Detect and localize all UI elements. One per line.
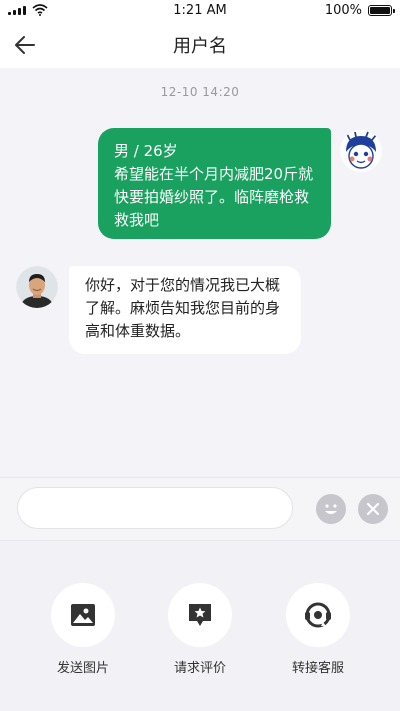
emoji-button[interactable]	[316, 494, 346, 524]
smiley-icon	[325, 504, 337, 514]
back-button[interactable]	[12, 33, 38, 57]
transfer-service-label: 转接客服	[291, 661, 344, 676]
transfer-service-button[interactable]: 转接客服	[273, 583, 363, 676]
status-bar: 1:21 AM 100%	[0, 0, 400, 22]
nav-bar: 用户名	[0, 22, 400, 68]
close-icon	[366, 502, 380, 516]
outgoing-message-bubble[interactable]: 男 / 26岁 希望能在半个月内减肥20斤就 快要拍婚纱照了。临阵磨枪救 救我吧	[98, 128, 331, 239]
agent-avatar[interactable]	[16, 266, 58, 308]
rating-icon	[189, 604, 211, 626]
cartoon-avatar-image	[340, 130, 382, 172]
message-timestamp: 12-10 14:20	[160, 85, 240, 99]
message-line: 男 / 26岁	[114, 142, 178, 160]
send-image-button[interactable]: 发送图片	[38, 583, 128, 676]
message-line: 希望能在半个月内减肥20斤就	[114, 165, 314, 183]
request-rating-label: 请求评价	[173, 661, 226, 676]
message-line: 救我吧	[114, 211, 160, 229]
image-icon	[71, 604, 95, 626]
send-image-circle	[51, 583, 115, 647]
close-panel-button[interactable]	[358, 494, 388, 524]
battery-percent: 100%	[324, 3, 362, 18]
user-avatar[interactable]	[340, 130, 382, 172]
message-line: 了解。麻烦告知我您目前的身	[85, 299, 281, 317]
message-line: 快要拍婚纱照了。临阵磨枪救	[114, 188, 310, 206]
send-image-label: 发送图片	[56, 661, 109, 676]
agent-photo-image	[16, 266, 58, 308]
customer-service-icon	[305, 602, 331, 628]
battery-icon	[368, 5, 395, 16]
incoming-message-bubble[interactable]: 你好，对于您的情况我已大概 了解。麻烦告知我您目前的身 高和体重数据。	[69, 266, 301, 354]
actions-panel: 发送图片 请求评价 转接客服	[0, 541, 400, 711]
request-rating-circle	[168, 583, 232, 647]
input-bar	[0, 477, 400, 541]
request-rating-button[interactable]: 请求评价	[155, 583, 245, 676]
transfer-service-circle	[286, 583, 350, 647]
message-input[interactable]	[17, 487, 293, 529]
message-line: 你好，对于您的情况我已大概	[85, 276, 281, 294]
message-line: 高和体重数据。	[85, 322, 191, 340]
arrow-left-icon	[15, 36, 35, 54]
chat-area[interactable]: 12-10 14:20 男 / 26岁 希望能在半个月内减肥20斤就 快要拍婚纱…	[0, 68, 400, 477]
page-title: 用户名	[173, 36, 227, 57]
